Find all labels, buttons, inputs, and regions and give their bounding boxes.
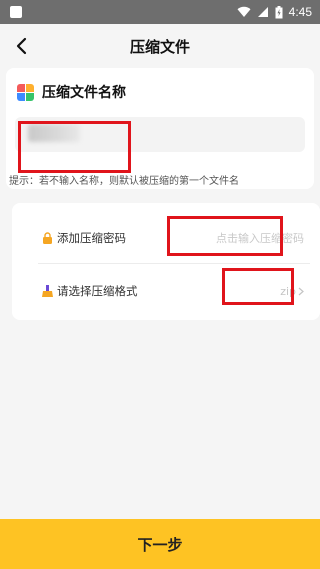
back-arrow-icon[interactable] [12,36,32,56]
nav-bar: 压缩文件 [0,24,320,68]
next-step-button[interactable]: 下一步 [0,519,320,569]
notification-icon [10,6,22,18]
password-label: 添加压缩密码 [57,231,126,245]
status-bar: 4:45 [0,0,320,24]
options-card: 添加压缩密码 请选择压缩格式 zip [12,203,320,320]
battery-icon [275,5,283,18]
hint-text: 提示：若不输入名称，则默认被压缩的第一个文件名 [9,176,239,187]
app-logo-icon [17,83,34,101]
password-input[interactable] [194,231,304,245]
card-title: 压缩文件名称 [42,85,126,101]
chevron-right-icon [298,287,304,295]
format-row[interactable]: 请选择压缩格式 zip [12,262,320,320]
format-label: 请选择压缩格式 [57,284,138,298]
file-name-card: 压缩文件名称 [6,68,314,189]
format-icon [42,285,53,297]
status-icons: 4:45 [237,5,312,19]
wifi-icon [237,6,251,18]
password-row[interactable]: 添加压缩密码 [12,209,320,267]
page-title: 压缩文件 [129,37,190,56]
format-value: zip [280,284,296,298]
signal-icon [257,7,268,17]
status-time: 4:45 [288,5,312,19]
redacted-text [28,124,80,142]
lock-icon [43,232,52,244]
format-select[interactable]: zip [280,285,304,298]
